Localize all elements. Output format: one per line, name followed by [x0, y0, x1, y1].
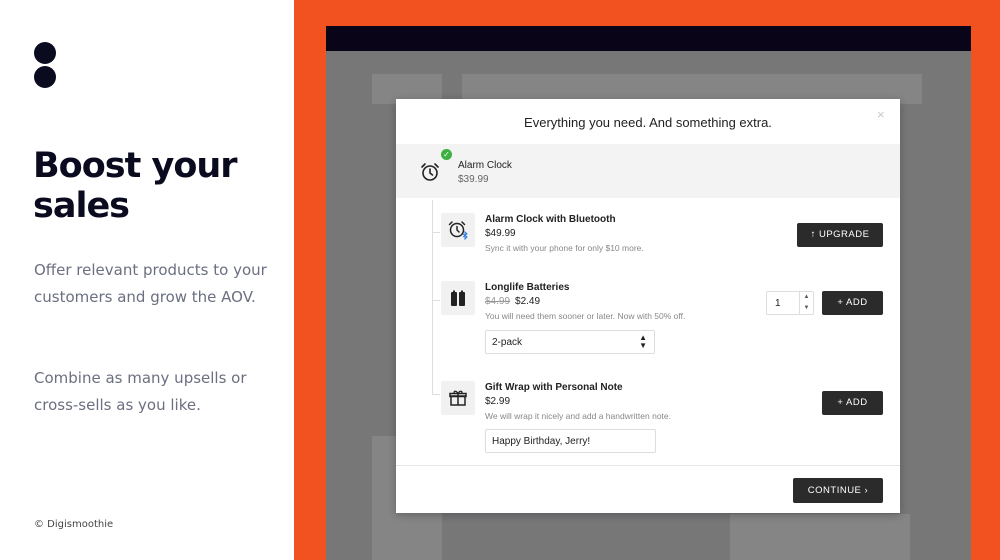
variant-select-value: 2-pack — [492, 337, 523, 348]
batteries-new-price: $2.49 — [515, 296, 541, 307]
gift-wrap-item-name: Gift Wrap with Personal Note — [485, 382, 623, 393]
tree-branch — [432, 394, 440, 395]
modal-title: Everything you need. And something extra… — [524, 115, 772, 130]
variant-select[interactable]: 2-pack ▲ ▼ — [485, 330, 655, 354]
description-paragraph-2: Combine as many upsells or cross-sells a… — [34, 369, 247, 414]
batteries-item-description: You will need them sooner or later. Now … — [485, 311, 686, 321]
batteries-icon — [441, 281, 475, 315]
tree-branch — [432, 232, 440, 233]
headline: Boost your sales — [33, 146, 238, 226]
upgrade-item-name: Alarm Clock with Bluetooth — [485, 214, 616, 225]
quantity-value: 1 — [775, 298, 781, 309]
quantity-stepper[interactable]: 1 ▲ ▼ — [766, 291, 814, 315]
add-batteries-button[interactable]: + ADD — [822, 291, 883, 315]
upgrade-item-price: $49.99 — [485, 228, 516, 239]
ghost-block — [730, 514, 910, 560]
browser-top-bar — [326, 26, 971, 51]
personal-note-input[interactable]: Happy Birthday, Jerry! — [485, 429, 656, 453]
gift-wrap-item-description: We will wrap it nicely and add a handwri… — [485, 411, 671, 421]
main-product-price: $39.99 — [458, 174, 489, 185]
close-icon[interactable]: × — [877, 107, 885, 122]
gift-wrap-item-price: $2.99 — [485, 396, 511, 407]
upgrade-button[interactable]: ↑ UPGRADE — [797, 223, 883, 247]
chevron-up-down-icon: ▲ ▼ — [639, 333, 647, 350]
main-product-name: Alarm Clock — [458, 160, 512, 171]
tree-connector — [432, 200, 433, 394]
alarm-clock-bluetooth-icon — [441, 213, 475, 247]
marketing-panel: Boost your sales Offer relevant products… — [0, 0, 294, 560]
gift-icon — [441, 381, 475, 415]
copyright: © Digismoothie — [34, 519, 114, 530]
add-gift-wrap-button[interactable]: + ADD — [822, 391, 883, 415]
description-paragraph-1: Offer relevant products to your customer… — [34, 261, 267, 306]
personal-note-value: Happy Birthday, Jerry! — [492, 436, 591, 447]
tree-branch — [432, 300, 440, 301]
upsell-modal: Everything you need. And something extra… — [396, 99, 900, 513]
upgrade-item-description: Sync it with your phone for only $10 mor… — [485, 243, 644, 253]
digismoothie-logo — [34, 42, 56, 90]
batteries-item-price: $4.99 $2.49 — [485, 296, 540, 307]
batteries-old-price: $4.99 — [485, 296, 511, 307]
main-product-row: ✓ Alarm Clock $39.99 — [396, 144, 900, 198]
quantity-spin-buttons[interactable]: ▲ ▼ — [799, 292, 813, 314]
alarm-clock-icon — [421, 163, 439, 181]
footer-divider — [396, 465, 900, 466]
batteries-item-name: Longlife Batteries — [485, 282, 570, 293]
check-icon: ✓ — [441, 149, 452, 160]
continue-button[interactable]: CONTINUE › — [793, 478, 883, 503]
